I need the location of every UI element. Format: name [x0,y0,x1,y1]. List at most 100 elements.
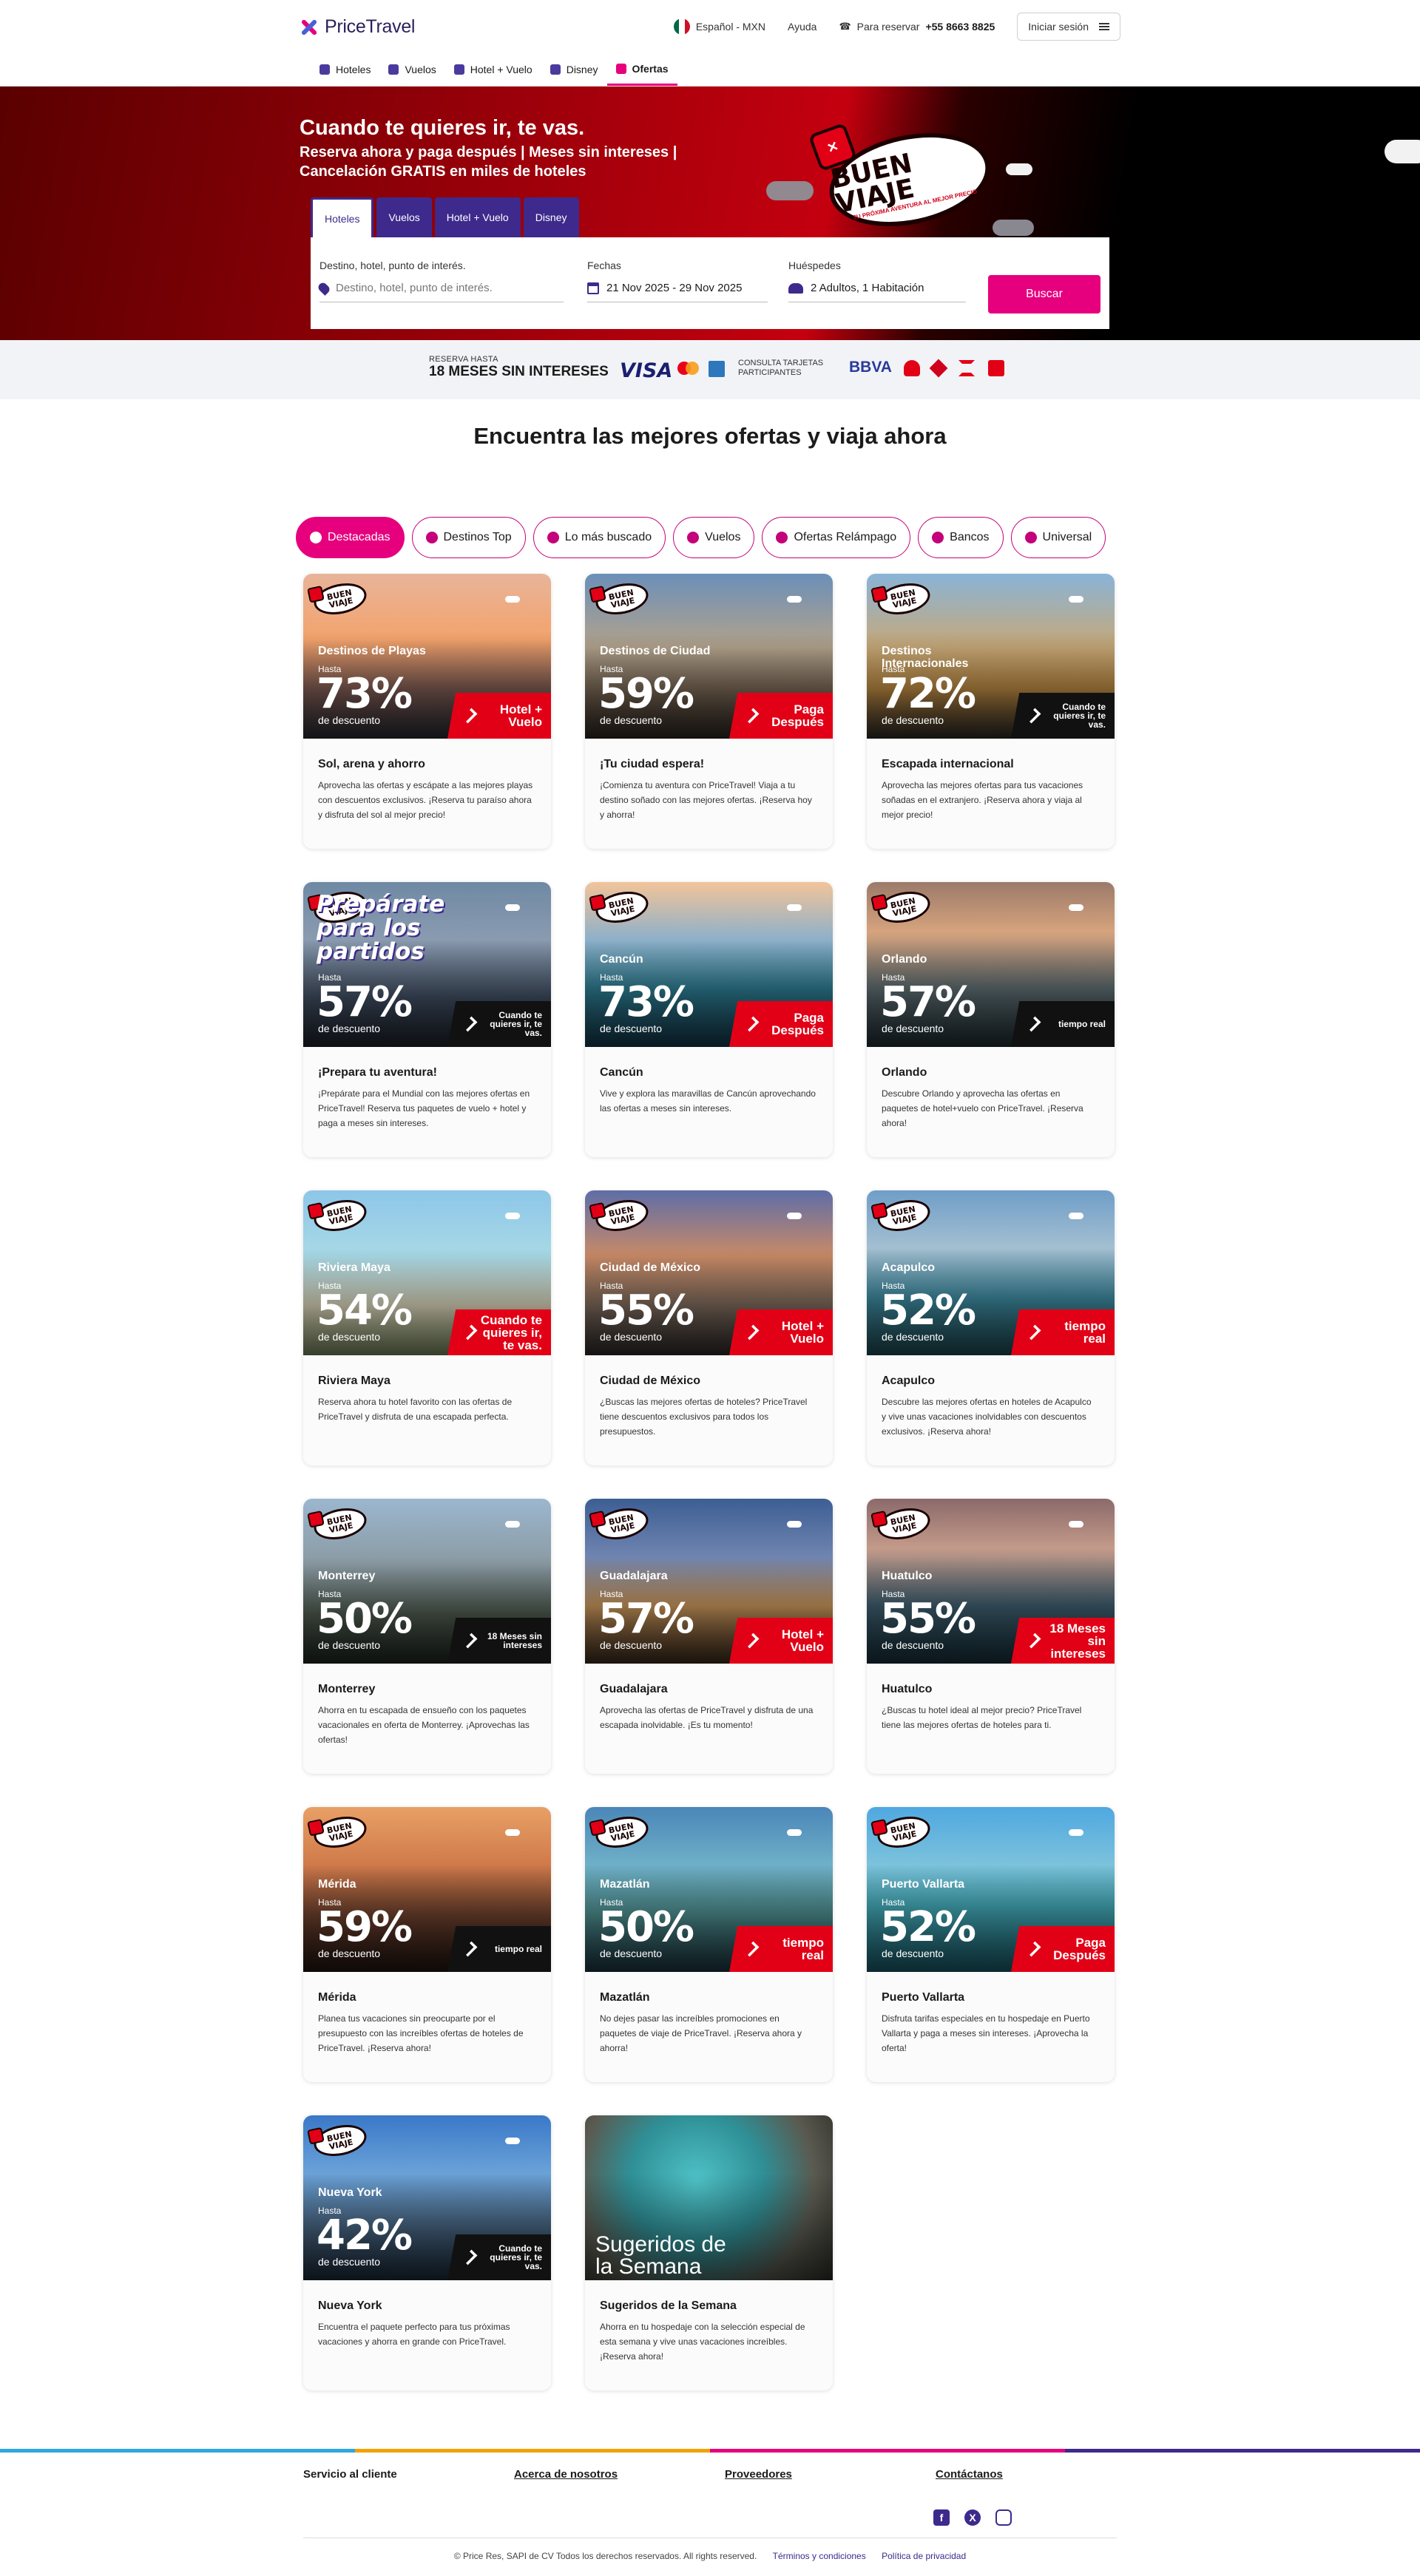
nav-item-hoteles[interactable]: Hoteles [311,53,379,86]
offer-card[interactable]: BUEN VIAJE Monterrey Hasta 50% de descuento 1… [303,1499,551,1774]
privacy-link[interactable]: Política de privacidad [882,2551,966,2561]
plane-icon [687,532,700,543]
offer-card[interactable]: BUEN VIAJE Acapulco Hasta 52% de descuento ti… [867,1190,1115,1465]
x-icon[interactable]: X [964,2509,981,2526]
facebook-icon[interactable]: f [933,2509,950,2526]
offer-card[interactable]: BUEN VIAJE Cancún Hasta 73% de descuento Paga… [585,882,833,1157]
tab-hoteles[interactable]: Hoteles [311,197,374,237]
nav-item-ofertas[interactable]: Ofertas [606,53,677,86]
offer-card[interactable]: BUEN VIAJE Mazatlán Hasta 50% de descuento ti… [585,1807,833,2082]
main-nav: Hoteles Vuelos Hotel + Vuelo Disney Ofer… [311,53,677,86]
filter-chips: Destacadas Destinos Top Lo más buscado V… [296,517,1106,558]
promo-tag: Cuando te quieres ir, te vas. [447,1001,551,1047]
filter-destacadas[interactable]: Destacadas [296,517,405,558]
search-button[interactable]: Buscar [988,275,1100,313]
offer-card[interactable]: BUEN VIAJE Puerto Vallarta Hasta 52% de desc… [867,1807,1115,2082]
phone-reservations[interactable]: ☎ Para reservar +55 8663 8825 [839,21,995,33]
copyright: © Price Res, SAPI de CV Todos los derech… [0,2551,1420,2561]
offer-card[interactable]: BUEN VIAJE Destinos de Playas Hasta 73% de d… [303,574,551,849]
offer-card-title: Escapada internacional [882,758,1014,770]
people-icon [788,282,803,294]
offer-card[interactable]: BUEN VIAJE Destinos Internacionales Hasta 7… [867,574,1115,849]
discount-percent: 57% [317,978,413,1026]
offer-card[interactable]: Sugeridos de la Semana Sugeridos de la Se… [585,2115,833,2390]
payment-banner[interactable]: RESERVA HASTA 18 MESES SIN INTERESES VIS… [0,340,1420,399]
footer-link-contacto[interactable]: Contáctanos [936,2468,1003,2481]
discount-label: de descuento [318,2256,381,2268]
offer-card-text: Encuentra el paquete perfecto para tus p… [318,2322,510,2347]
offer-card[interactable]: BUEN VIAJE Prepárate para los partidos Has… [303,882,551,1157]
cloud-icon [993,220,1034,236]
guests-input[interactable]: 2 Adultos, 1 Habitación [788,279,966,302]
footer-link-acerca[interactable]: Acerca de nosotros [514,2468,618,2481]
footer-link-servicio[interactable]: Servicio al cliente [303,2468,397,2481]
offer-card-image: BUEN VIAJE Mérida Hasta 59% de descuento tiem… [303,1807,551,1972]
cloud-icon [1069,596,1083,603]
offer-card[interactable]: BUEN VIAJE Destinos de Ciudad Hasta 59% de d… [585,574,833,849]
nav-item-label: Hotel + Vuelo [470,64,532,75]
filter-vuelos[interactable]: Vuelos [673,517,755,558]
brand-logo[interactable]: PriceTravel [300,16,416,38]
offer-card[interactable]: BUEN VIAJE Orlando Hasta 57% de descuento tie… [867,882,1115,1157]
offer-card[interactable]: BUEN VIAJE Guadalajara Hasta 57% de descuent… [585,1499,833,1774]
promo-tag: Cuando te quieres ir, te vas. [1011,693,1115,739]
offer-card-image: BUEN VIAJE Destinos de Ciudad Hasta 59% de d… [585,574,833,739]
nav-item-label: Disney [566,64,598,75]
discount-percent: 73% [598,978,694,1026]
guests-label: Huéspedes [788,260,841,271]
dates-input[interactable]: 21 Nov 2025 - 29 Nov 2025 [587,279,768,302]
promo-tag-text: Hotel + Vuelo [781,1319,824,1346]
nav-item-label: Ofertas [632,62,669,75]
promo-tag: Cuando te quieres ir, te vas. [447,1309,551,1355]
promo-tag-text: Cuando te quieres ir, te vas. [490,1010,542,1038]
offer-card[interactable]: BUEN VIAJE Nueva York Hasta 42% de descuento… [303,2115,551,2390]
filter-ofertas-relampago[interactable]: Ofertas Relámpago [762,517,911,558]
cloud-icon [1384,140,1420,163]
offer-card-image: BUEN VIAJE Orlando Hasta 57% de descuento tie… [867,882,1115,1047]
tab-hotel-vuelo[interactable]: Hotel + Vuelo [434,197,521,237]
filter-bancos[interactable]: Bancos [918,517,1004,558]
reserve-label: Para reservar [856,21,920,33]
cloud-icon [505,1829,520,1836]
filter-label: Universal [1042,531,1092,543]
cloud-icon [787,904,802,911]
filter-universal[interactable]: Universal [1010,517,1106,558]
offer-card[interactable]: BUEN VIAJE Ciudad de México Hasta 55% de des… [585,1190,833,1465]
promo-tag-text: tiempo real [1058,1019,1106,1029]
help-link[interactable]: Ayuda [788,21,816,33]
promo-tag: tiempo real [447,1926,551,1972]
cloud-icon [1069,904,1083,911]
footer-link-proveedores[interactable]: Proveedores [725,2468,792,2481]
offer-card[interactable]: BUEN VIAJE Huatulco Hasta 55% de descuento 18… [867,1499,1115,1774]
discount-label: de descuento [600,1331,663,1343]
offer-card[interactable]: BUEN VIAJE Mérida Hasta 59% de descuento tiem… [303,1807,551,2082]
instagram-icon[interactable] [995,2509,1012,2526]
terms-link[interactable]: Términos y condiciones [773,2551,866,2561]
tab-disney[interactable]: Disney [523,197,579,237]
promo-headline: Sugeridos de la Semana [595,2232,726,2279]
msi-line1: RESERVA HASTA [429,355,498,364]
promo-tag-text: tiempo real [494,1944,542,1954]
offer-card[interactable]: BUEN VIAJE Riviera Maya Hasta 54% de descuen… [303,1190,551,1465]
offer-card-text: Planea tus vacaciones sin preocuparte po… [318,2013,524,2053]
login-button[interactable]: Iniciar sesión [1017,13,1120,41]
nav-item-label: Vuelos [405,64,436,75]
search-icon [547,532,559,543]
offer-card-image: BUEN VIAJE Destinos Internacionales Hasta 7… [867,574,1115,739]
tab-vuelos[interactable]: Vuelos [376,197,432,237]
nav-item-hotel-vuelo[interactable]: Hotel + Vuelo [445,53,541,86]
nav-item-vuelos[interactable]: Vuelos [379,53,444,86]
cards-note: CONSULTA TARJETAS PARTICIPANTES [738,359,824,377]
offer-destination: Mazatlán [600,1878,650,1891]
filter-lo-mas-buscado[interactable]: Lo más buscado [532,517,666,558]
phone-icon: ☎ [839,21,851,32]
discount-label: de descuento [600,714,663,726]
filter-destinos-top[interactable]: Destinos Top [411,517,526,558]
promo-tag: Paga Después [729,1001,833,1047]
promo-tag: Paga Después [729,693,833,739]
offer-card-title: Ciudad de México [600,1375,701,1387]
language-selector[interactable]: Español - MXN [673,18,765,35]
nav-item-disney[interactable]: Disney [541,53,607,86]
amex-icon [709,361,725,377]
destination-input[interactable]: Destino, hotel, punto de interés. [317,279,564,302]
